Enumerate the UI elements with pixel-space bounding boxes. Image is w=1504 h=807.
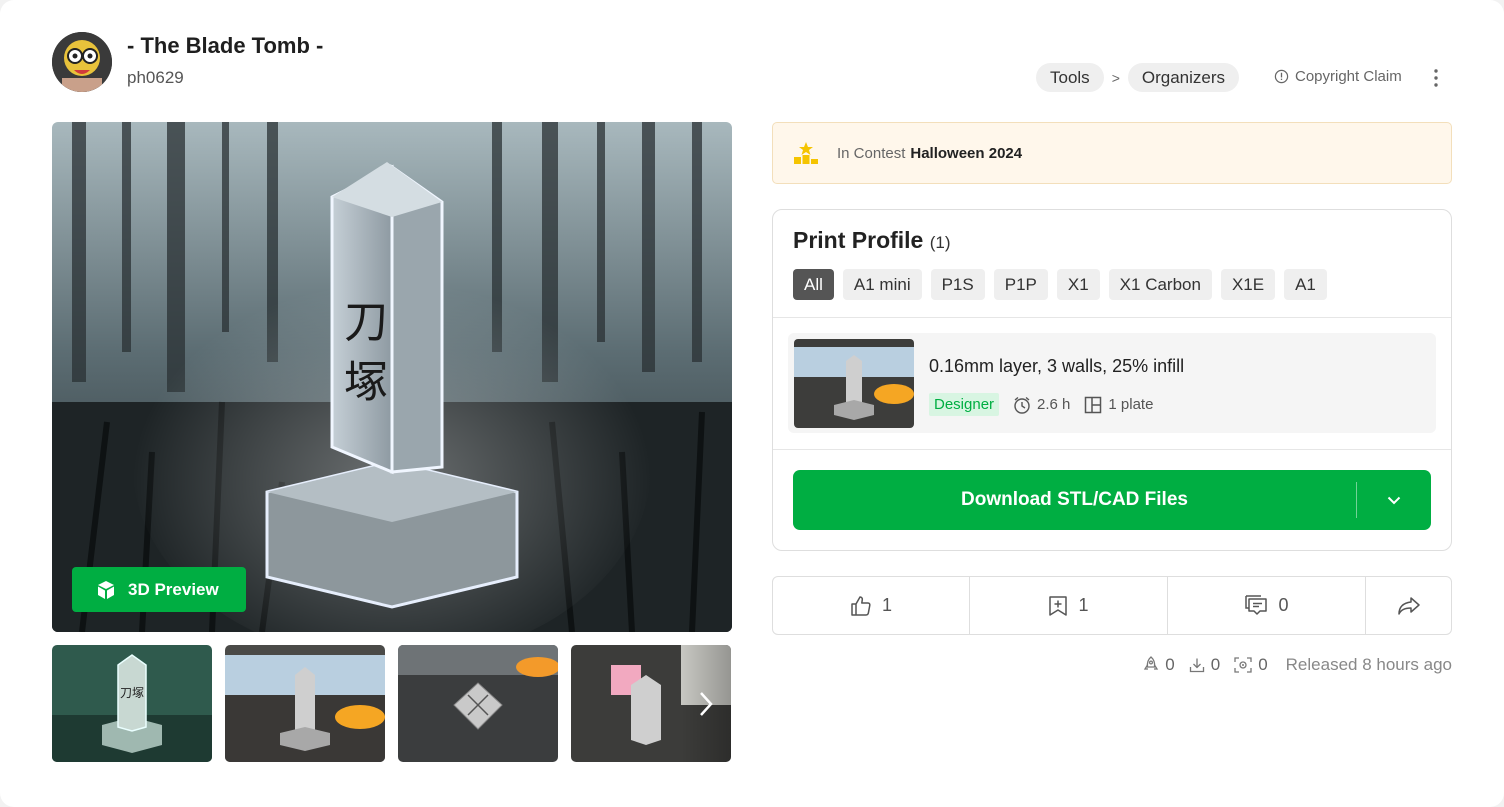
collect-button[interactable]: 1	[970, 577, 1168, 634]
filter-p1p[interactable]: P1P	[993, 269, 1048, 300]
filter-x1[interactable]: X1	[1056, 269, 1100, 300]
info-circle-icon	[1274, 69, 1289, 84]
copyright-claim-link[interactable]: Copyright Claim	[1274, 68, 1402, 85]
divider	[773, 317, 1451, 318]
contest-name[interactable]: Halloween 2024	[910, 145, 1022, 162]
hero-kanji-bottom: 塚	[344, 357, 388, 408]
breadcrumb: Tools > Organizers	[1036, 63, 1240, 92]
thumbnail-1[interactable]: 刀塚	[52, 645, 212, 762]
breadcrumb-tools[interactable]: Tools	[1036, 63, 1104, 92]
chevron-right-icon	[700, 691, 713, 716]
main-model-image[interactable]: 刀 塚	[52, 122, 732, 632]
breadcrumb-separator: >	[1111, 69, 1120, 86]
plate-count-value: 1 plate	[1108, 396, 1154, 413]
copyright-claim-label: Copyright Claim	[1295, 68, 1402, 85]
filter-x1e[interactable]: X1E	[1220, 269, 1276, 300]
download-icon	[1189, 658, 1204, 673]
print-profile-meta: Designer 2.6 h 1 plate	[929, 393, 1153, 416]
thumbnail-3[interactable]	[398, 645, 558, 762]
comment-button[interactable]: 0	[1168, 577, 1366, 634]
thumbnail-4[interactable]	[571, 645, 731, 762]
rocket-icon	[1144, 656, 1159, 670]
model-title: - The Blade Tomb -	[127, 33, 324, 58]
action-bar: 1 1 0	[772, 576, 1452, 635]
contest-prefix: In Contest	[837, 144, 906, 162]
comment-icon	[1245, 594, 1268, 615]
trophy-podium-icon	[794, 142, 818, 164]
plate-count: 1 plate	[1084, 396, 1153, 414]
chevron-down-icon	[1387, 496, 1401, 504]
print-time-value: 2.6 h	[1037, 396, 1071, 413]
filter-x1-carbon[interactable]: X1 Carbon	[1108, 269, 1212, 300]
thumbnail-2[interactable]	[225, 645, 385, 762]
print-profile-panel: Print Profile (1) All A1 mini P1S P1P X1…	[772, 209, 1452, 551]
print-profile-thumbnail	[794, 339, 914, 428]
thumbs-up-icon	[851, 595, 871, 616]
download-count: 0	[1210, 655, 1221, 674]
thumb-kanji: 刀塚	[120, 686, 144, 700]
filter-a1[interactable]: A1	[1284, 269, 1327, 300]
boost-count: 0	[1165, 655, 1175, 674]
model-stats: 0 0 0 Released 8 hours ago	[1143, 655, 1452, 675]
contest-banner[interactable]: In Contest Halloween 2024	[772, 122, 1452, 184]
filter-all[interactable]: All	[793, 269, 834, 300]
more-vertical-icon	[1434, 69, 1438, 87]
print-stat: 0	[1234, 655, 1268, 675]
download-stl-button[interactable]: Download STL/CAD Files	[793, 470, 1356, 530]
printer-scan-icon	[1234, 657, 1252, 673]
comment-count: 0	[1278, 595, 1289, 615]
designer-badge: Designer	[929, 393, 1000, 416]
release-time: Released 8 hours ago	[1285, 655, 1452, 674]
breadcrumb-organizers[interactable]: Organizers	[1127, 63, 1240, 92]
print-profile-heading: Print Profile (1)	[793, 227, 951, 254]
thumbnail-next-button[interactable]	[681, 645, 731, 762]
like-count: 1	[881, 595, 892, 615]
print-profile-title: Print Profile	[793, 227, 924, 253]
3d-preview-label: 3D Preview	[128, 579, 219, 599]
3d-preview-button[interactable]: 3D Preview	[72, 567, 246, 612]
bookmark-plus-icon	[1049, 595, 1068, 616]
more-options-button[interactable]	[1425, 64, 1447, 92]
divider	[773, 449, 1451, 450]
download-button-group: Download STL/CAD Files	[793, 470, 1431, 530]
collect-count: 1	[1078, 595, 1089, 615]
author-name[interactable]: ph0629	[127, 68, 184, 88]
thumbnail-strip: 刀塚	[52, 645, 731, 762]
plate-grid-icon	[1085, 396, 1102, 413]
hero-kanji-top: 刀	[344, 297, 388, 348]
boost-stat: 0	[1143, 655, 1175, 675]
printer-filter-chips: All A1 mini P1S P1P X1 X1 Carbon X1E A1	[793, 269, 1327, 300]
print-profile-name: 0.16mm layer, 3 walls, 25% infill	[929, 356, 1185, 376]
clock-icon	[1014, 396, 1030, 414]
like-button[interactable]: 1	[773, 577, 970, 634]
download-stat: 0	[1189, 655, 1220, 675]
print-profile-count: (1)	[929, 233, 951, 252]
share-arrow-icon	[1397, 596, 1420, 615]
print-time: 2.6 h	[1013, 396, 1070, 414]
filter-a1-mini[interactable]: A1 mini	[842, 269, 922, 300]
model-page: - The Blade Tomb - ph0629 Tools > Organi…	[0, 0, 1504, 807]
print-count: 0	[1258, 655, 1268, 674]
share-button[interactable]	[1366, 577, 1451, 634]
print-profile-item[interactable]: 0.16mm layer, 3 walls, 25% infill Design…	[788, 333, 1436, 433]
download-options-dropdown[interactable]	[1357, 470, 1431, 530]
filter-p1s[interactable]: P1S	[930, 269, 985, 300]
cube-icon	[98, 580, 114, 599]
avatar[interactable]	[52, 32, 112, 92]
